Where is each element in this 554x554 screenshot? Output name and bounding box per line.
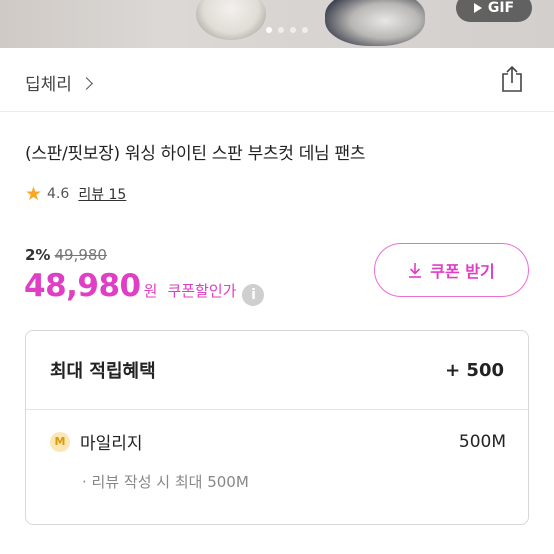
benefit-title: 최대 적립혜택 — [50, 361, 156, 382]
sale-price: 48,980 — [24, 268, 141, 304]
product-photo-shoe-right — [325, 0, 425, 46]
mileage-amount: 500M — [458, 431, 506, 452]
carousel-indicator — [266, 27, 308, 33]
reviews-link[interactable]: 리뷰 15 — [78, 184, 126, 204]
mileage-left: M 마일리지 — [50, 429, 143, 454]
benefit-header: 최대 적립혜택 + 500 — [26, 331, 528, 409]
benefit-divider — [26, 409, 528, 410]
coupon-price-label: 쿠폰할인가 — [167, 282, 237, 300]
store-name: 딥체리 — [25, 75, 72, 95]
rating-row: ★ 4.6 리뷰 15 — [25, 184, 126, 204]
coupon-download-button[interactable]: 쿠폰 받기 — [374, 243, 529, 297]
gif-play-button[interactable]: GIF — [456, 0, 532, 22]
rating-score: 4.6 — [47, 186, 70, 202]
price-row: 48,980 원 쿠폰할인가 i — [24, 268, 265, 306]
chevron-right-icon — [80, 76, 93, 90]
carousel-dot — [290, 27, 296, 33]
coupon-button-label: 쿠폰 받기 — [430, 262, 495, 281]
mileage-icon: M — [50, 431, 70, 452]
star-icon: ★ — [25, 182, 43, 205]
discount-percent: 2% — [25, 246, 51, 264]
carousel-dot — [278, 27, 284, 33]
share-button[interactable] — [499, 64, 525, 94]
product-photo-shoe-left — [196, 0, 266, 40]
section-divider — [0, 111, 554, 112]
gif-badge-label: GIF — [487, 0, 515, 16]
play-icon — [473, 3, 482, 13]
product-image-carousel[interactable]: GIF — [0, 0, 554, 48]
carousel-dot — [302, 27, 308, 33]
mileage-row: M 마일리지 500M — [50, 429, 506, 454]
benefit-total: + 500 — [445, 359, 504, 381]
original-price: 49,980 — [54, 246, 107, 264]
store-link[interactable]: 딥체리 — [25, 70, 93, 95]
carousel-dot — [266, 27, 272, 33]
download-icon — [409, 263, 422, 278]
info-icon[interactable]: i — [242, 284, 265, 306]
currency-unit: 원 — [143, 282, 158, 300]
mileage-label: 마일리지 — [80, 434, 143, 454]
product-title: (스판/핏보장) 워싱 하이틴 스판 부츠컷 데님 팬츠 — [25, 144, 366, 164]
share-icon — [502, 65, 522, 92]
mileage-note: · 리뷰 작성 시 최대 500M — [82, 473, 249, 491]
store-row: 딥체리 — [0, 62, 554, 102]
discount-row: 2% 49,980 — [25, 246, 107, 264]
benefit-box: 최대 적립혜택 + 500 M 마일리지 500M · 리뷰 작성 시 최대 5… — [25, 330, 529, 525]
